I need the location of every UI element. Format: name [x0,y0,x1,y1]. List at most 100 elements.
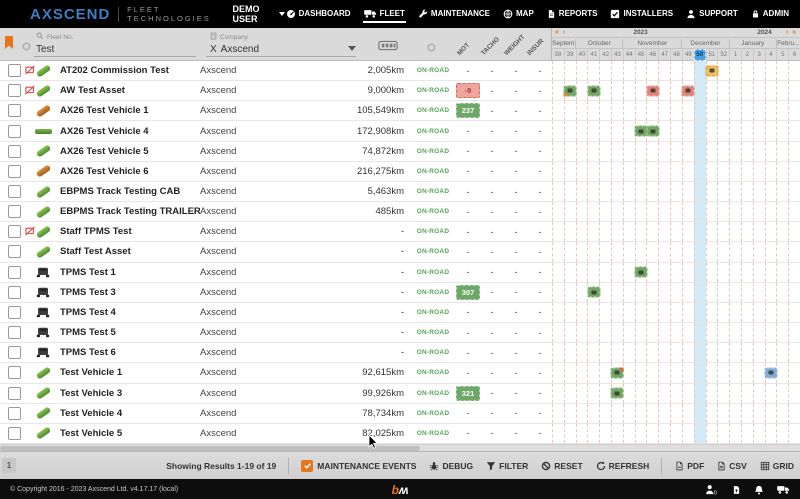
row-checkbox[interactable] [8,286,21,299]
horizontal-scrollbar[interactable] [0,444,800,451]
refresh-button[interactable]: REFRESH [596,461,650,471]
row-checkbox[interactable] [8,165,21,178]
maintenance-event-marker[interactable] [611,388,624,399]
row-checkbox[interactable] [8,104,21,117]
pdf-button[interactable]: PDF [675,461,704,471]
row-checkbox[interactable] [8,407,21,420]
timeline-week-51[interactable]: 51 [706,49,718,61]
timeline-week-40[interactable]: 40 [576,49,588,61]
row-checkbox[interactable] [8,125,21,138]
table-row[interactable]: AW Test AssetAxscend9,000kmON-ROAD-9--- [0,81,800,101]
debug-button[interactable]: DEBUG [429,461,473,471]
row-checkbox[interactable] [8,245,21,258]
row-checkbox[interactable] [8,427,21,440]
table-row[interactable]: EBPMS Track Testing CABAxscend5,463kmON-… [0,182,800,202]
table-row[interactable]: AX26 Test Vehicle 6Axscend216,275kmON-RO… [0,162,800,182]
timeline-week-52[interactable]: 52 [717,49,729,61]
row-checkbox[interactable] [8,84,21,97]
page-indicator[interactable]: 1 [2,458,16,473]
timeline-week-41[interactable]: 41 [587,49,599,61]
nav-reports[interactable]: REPORTS [546,5,599,24]
trucksmall-icon[interactable] [777,485,790,494]
maintenance-event-marker[interactable] [646,85,659,96]
table-row[interactable]: AX26 Test Vehicle 1Axscend105,549kmON-RO… [0,101,800,121]
nav-fleet[interactable]: FLEET [363,5,406,23]
row-checkbox[interactable] [8,306,21,319]
maintenance-event-marker[interactable] [682,85,695,96]
maintenance-event-marker[interactable] [635,267,648,278]
nav-installers[interactable]: INSTALLERS [609,5,674,24]
row-checkbox[interactable] [8,205,21,218]
row-checkbox[interactable] [8,326,21,339]
table-row[interactable]: Test Vehicle 1Axscend92,615kmON-ROAD---- [0,363,800,383]
mot-days-badge[interactable]: -9 [456,83,480,98]
timeline-week-2[interactable]: 2 [741,49,753,61]
timeline-week-5[interactable]: 5 [776,49,788,61]
maintenance-event-marker[interactable] [587,287,600,298]
timeline-week-47[interactable]: 47 [658,49,670,61]
timeline-week-42[interactable]: 42 [599,49,611,61]
row-checkbox[interactable] [8,366,21,379]
table-row[interactable]: EBPMS Track Testing TRAILERAxscend485kmO… [0,202,800,222]
bell-icon[interactable] [754,485,764,495]
maintenance-event-marker[interactable] [646,126,659,137]
nav-dashboard[interactable]: DASHBOARD [285,5,352,24]
table-row[interactable]: TPMS Test 3Axscend-ON-ROAD307--- [0,283,800,303]
maintenance-event-marker[interactable] [564,85,577,96]
fleet-filter-field[interactable]: Fleet No. Test [36,32,73,55]
mot-days-badge[interactable]: 321 [456,386,480,401]
table-row[interactable]: Test Vehicle 3Axscend99,926kmON-ROAD321-… [0,384,800,404]
timeline-week-45[interactable]: 45 [635,49,647,61]
maintenance-event-marker[interactable] [764,367,777,378]
timeline-week-38[interactable]: 38 [552,49,564,61]
maintenance-events-checkbox[interactable] [301,460,313,472]
table-row[interactable]: AT202 Commission TestAxscend2,005kmON-RO… [0,61,800,81]
refresh-status-icon[interactable] [22,38,31,56]
nav-support[interactable]: SUPPORT [685,5,739,24]
user-icon[interactable]: 0 [705,484,719,495]
row-checkbox[interactable] [8,346,21,359]
mot-days-badge[interactable]: 237 [456,103,480,118]
timeline-week-49[interactable]: 49 [682,49,694,61]
row-checkbox[interactable] [8,185,21,198]
row-checkbox[interactable] [8,387,21,400]
timeline-week-4[interactable]: 4 [765,49,777,61]
reset-button[interactable]: RESET [541,461,582,471]
row-checkbox[interactable] [8,145,21,158]
table-row[interactable]: TPMS Test 5Axscend-ON-ROAD---- [0,323,800,343]
timeline-next-icon[interactable]: › » [786,28,797,37]
timeline-week-48[interactable]: 48 [670,49,682,61]
maintenance-events-toggle[interactable]: MAINTENANCE EVENTS [301,460,416,472]
nav-admin[interactable]: ADMIN [750,5,790,24]
fleet-filter-input[interactable]: Test [36,44,73,55]
timeline-week-3[interactable]: 3 [753,49,765,61]
table-row[interactable]: Staff TPMS TestAxscend-ON-ROAD---- [0,222,800,242]
bookmark-icon[interactable] [4,36,14,54]
timeline-week-6[interactable]: 6 [788,49,800,61]
scrollbar-thumb[interactable] [0,446,420,451]
maintenance-event-marker[interactable] [611,367,624,378]
table-row[interactable]: Staff Test AssetAxscend-ON-ROAD---- [0,242,800,262]
table-row[interactable]: AX26 Test Vehicle 5Axscend74,872kmON-ROA… [0,142,800,162]
row-checkbox[interactable] [8,64,21,77]
timeline-week-44[interactable]: 44 [623,49,635,61]
table-row[interactable]: AX26 Test Vehicle 4Axscend172,908kmON-RO… [0,121,800,141]
filter-button[interactable]: FILTER [486,461,528,471]
table-row[interactable]: TPMS Test 1Axscend-ON-ROAD---- [0,263,800,283]
maintenance-event-marker[interactable] [587,85,600,96]
timeline-week-1[interactable]: 1 [729,49,741,61]
company-filter-field[interactable]: Company X Axscend [210,32,259,55]
timeline-week-50[interactable]: 50 [694,49,706,61]
mot-days-badge[interactable]: 307 [456,285,480,300]
table-row[interactable]: TPMS Test 4Axscend-ON-ROAD---- [0,303,800,323]
row-checkbox[interactable] [8,266,21,279]
grid-button[interactable]: GRID [760,461,794,471]
table-row[interactable]: Test Vehicle 4Axscend78,734kmON-ROAD---- [0,404,800,424]
table-row[interactable]: Test Vehicle 5Axscend82,025kmON-ROAD---- [0,424,800,444]
maintenance-event-marker[interactable] [705,65,718,76]
csv-button[interactable]: CSV [717,461,746,471]
company-dropdown-caret-icon[interactable] [348,46,356,51]
company-clear-button[interactable]: X [210,44,217,55]
nav-map[interactable]: MAP [502,5,535,24]
timeline-week-39[interactable]: 39 [564,49,576,61]
